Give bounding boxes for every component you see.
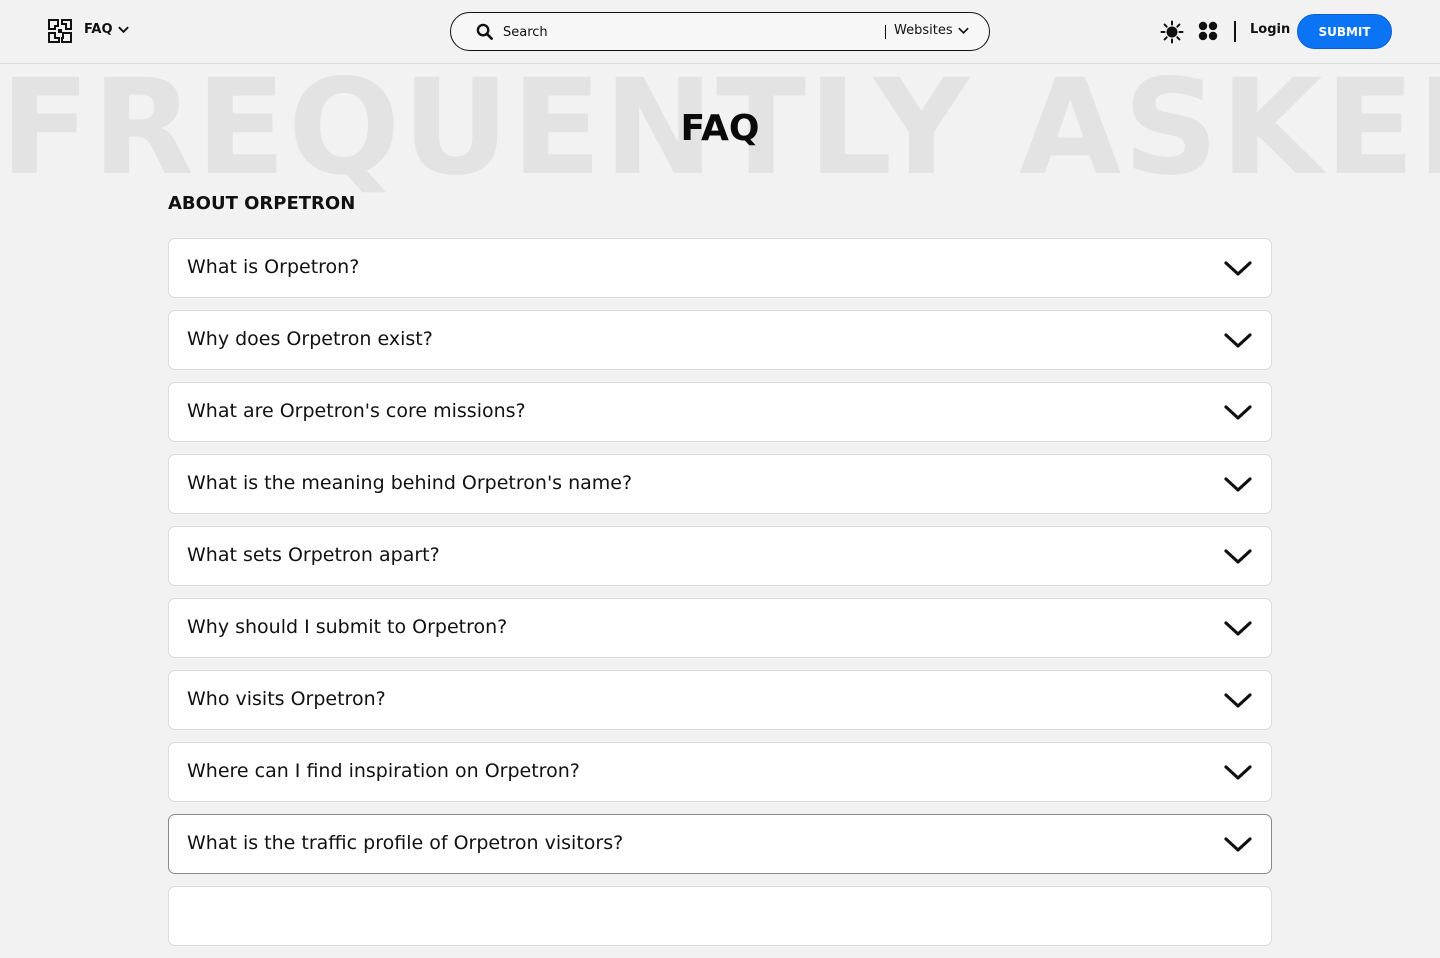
chevron-down-icon [1224,261,1252,276]
chevron-down-icon [1224,837,1252,852]
faq-question: Why should I submit to Orpetron? [187,616,508,638]
apps-grid-icon[interactable] [1198,21,1218,41]
search-input[interactable] [501,21,821,43]
faq-question: Where can I find inspiration on Orpetron… [187,760,580,782]
faq-nav-label: FAQ [84,22,113,37]
faq-nav-dropdown[interactable]: FAQ [84,22,130,37]
search-type-label: Websites [894,23,953,38]
faq-question: Why does Orpetron exist? [187,328,433,350]
search-bar: Websites [450,12,990,51]
chevron-down-icon [1224,621,1252,636]
faq-item[interactable]: What is Orpetron? [168,238,1272,298]
chevron-down-icon [1224,477,1252,492]
faq-question: Who visits Orpetron? [187,688,386,710]
faq-item[interactable]: What is the meaning behind Orpetron's na… [168,454,1272,514]
page-title: FAQ [680,108,760,149]
logo-icon[interactable] [47,18,73,44]
search-divider [885,25,886,39]
chevron-down-icon [1224,693,1252,708]
faq-item[interactable]: Where can I find inspiration on Orpetron… [168,742,1272,802]
chevron-down-icon [1224,549,1252,564]
faq-question: What is Orpetron? [187,256,360,278]
site-header: FAQ Websites Log [0,0,1440,64]
faq-item[interactable]: What is the traffic profile of Orpetron … [168,814,1272,874]
submit-button[interactable]: SUBMIT [1297,14,1392,49]
faq-item[interactable]: Who visits Orpetron? [168,670,1272,730]
chevron-down-icon [1224,405,1252,420]
section-heading: ABOUT ORPETRON [168,193,356,214]
chevron-down-icon [117,26,129,34]
faq-item[interactable]: Why should I submit to Orpetron? [168,598,1272,658]
faq-question: What is the traffic profile of Orpetron … [187,832,624,854]
faq-item[interactable] [168,886,1272,946]
chevron-down-icon [1224,765,1252,780]
faq-item[interactable]: What sets Orpetron apart? [168,526,1272,586]
faq-item[interactable]: Why does Orpetron exist? [168,310,1272,370]
login-link[interactable]: Login [1250,22,1290,37]
faq-question: What is the meaning behind Orpetron's na… [187,472,633,494]
faq-list: What is Orpetron? Why does Orpetron exis… [168,238,1272,958]
faq-question: What sets Orpetron apart? [187,544,440,566]
chevron-down-icon [957,27,969,35]
header-divider [1234,21,1236,42]
search-icon [476,23,493,40]
faq-item[interactable]: What are Orpetron's core missions? [168,382,1272,442]
faq-question: What are Orpetron's core missions? [187,400,526,422]
chevron-down-icon [1224,333,1252,348]
sun-icon[interactable] [1160,20,1184,44]
search-type-dropdown[interactable]: Websites [894,23,970,38]
